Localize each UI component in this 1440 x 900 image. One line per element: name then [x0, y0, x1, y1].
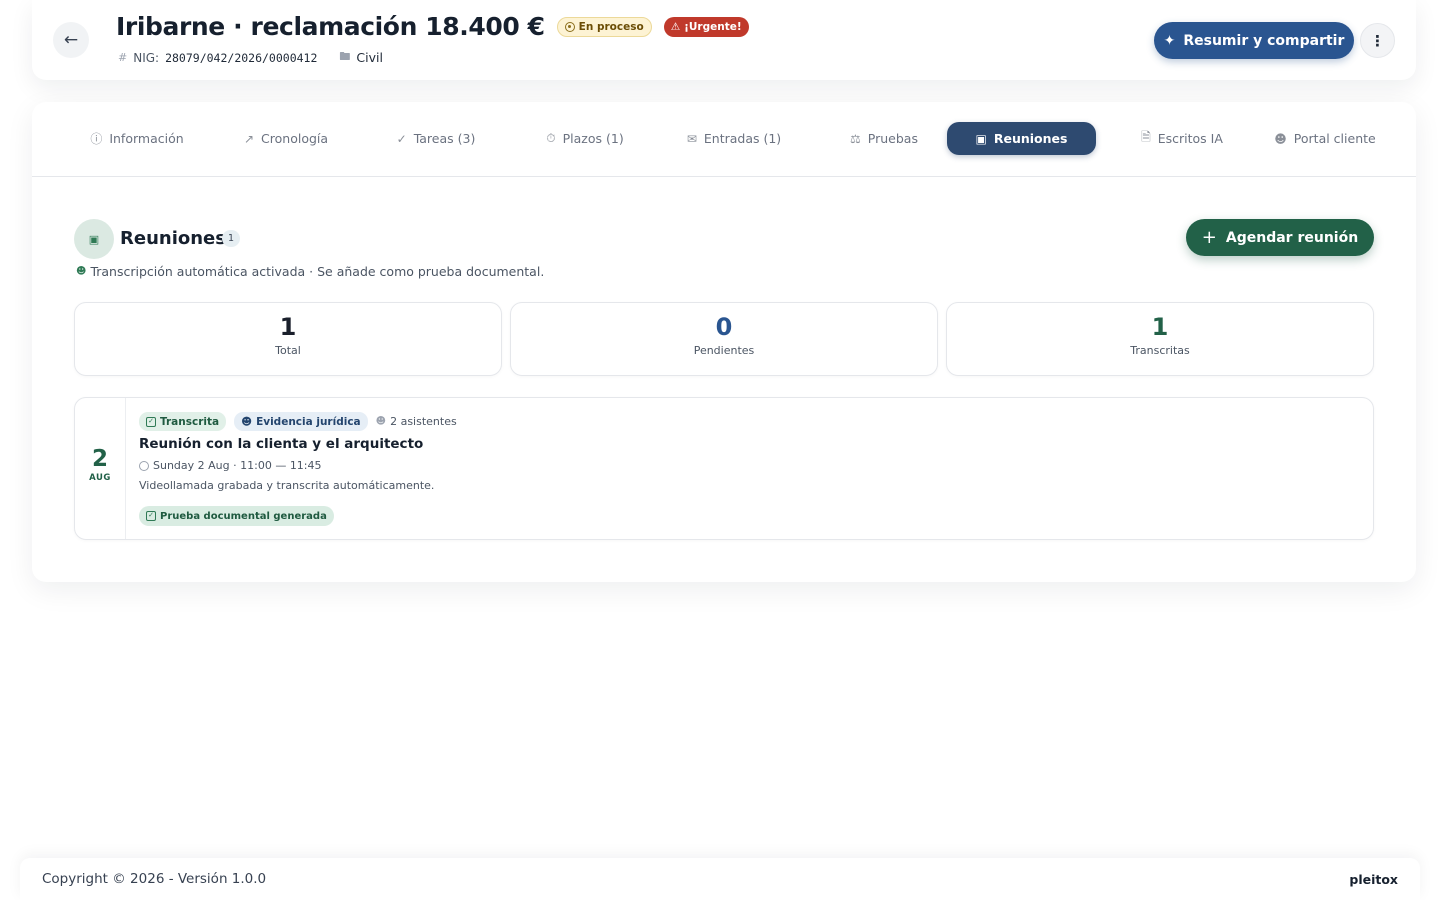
- summarize-share-label: Resumir y compartir: [1183, 32, 1345, 49]
- tab-cronologia[interactable]: ↗ Cronología: [221, 122, 351, 155]
- urgent-badge-label: ¡Urgente!: [684, 20, 742, 33]
- clock-icon: [139, 460, 149, 471]
- tab-tareas[interactable]: ✓ Tareas (3): [371, 122, 501, 155]
- info-icon: ⓘ: [90, 132, 103, 146]
- copyright-text: Copyright © 2026 - Versión 1.0.0: [42, 871, 267, 887]
- video-icon: ▣: [975, 131, 987, 146]
- tab-entradas[interactable]: ✉ Entradas (1): [668, 122, 800, 155]
- warning-icon: ⚠: [670, 20, 681, 33]
- schedule-meeting-label: Agendar reunión: [1225, 229, 1359, 246]
- plus-icon: +: [1201, 227, 1217, 248]
- trend-icon: ↗: [243, 131, 255, 146]
- tab-informacion[interactable]: ⓘ Información: [72, 122, 202, 155]
- transcribed-tag-label: Transcrita: [160, 415, 220, 428]
- tab-label: Escritos IA: [1157, 131, 1223, 146]
- checkbox-icon: ✓: [146, 511, 156, 521]
- schedule-meeting-button[interactable]: + Agendar reunión: [1186, 219, 1374, 256]
- voice-icon: ☻: [241, 415, 253, 428]
- tab-label: Reuniones: [993, 131, 1068, 146]
- meeting-description: Videollamada grabada y transcrita automá…: [139, 479, 435, 492]
- status-badge-label: En proceso: [578, 20, 644, 33]
- sparkles-icon: ✦: [1163, 32, 1176, 49]
- checkbox-icon: ✓: [146, 416, 156, 427]
- voice-icon: ☻: [76, 266, 87, 277]
- users-icon: ☻: [1274, 131, 1287, 146]
- hash-icon: #: [118, 51, 128, 64]
- page-title: Iribarne · reclamación 18.400 €: [116, 12, 545, 41]
- urgent-badge: ⚠ ¡Urgente!: [663, 16, 749, 37]
- meeting-time-text: Sunday 2 Aug · 11:00 — 11:45: [153, 459, 322, 472]
- case-header: ← Iribarne · reclamación 18.400 € En pro…: [32, 0, 1416, 80]
- progress-icon: [564, 21, 575, 32]
- section-subtitle-text: Transcripción automática activada · Se a…: [90, 264, 545, 279]
- kebab-icon: ⋮: [1370, 31, 1385, 50]
- meeting-tags: ✓ Transcrita ☻ Evidencia jurídica ☻ 2 as…: [139, 412, 457, 431]
- meeting-month: AUG: [89, 473, 111, 483]
- meetings-count-badge: 1: [222, 230, 240, 247]
- stat-value: 1: [279, 313, 297, 341]
- tab-label: Entradas (1): [703, 131, 782, 146]
- stat-transcribed: 1 Transcritas: [946, 302, 1374, 376]
- case-meta: # NIG: 28079/042/2026/0000412 🖿 Civil: [118, 48, 383, 67]
- tab-label: Información: [109, 131, 184, 146]
- brand-name: pleitox: [1349, 872, 1398, 887]
- gavel-icon: ⚖: [850, 131, 861, 146]
- tab-reuniones[interactable]: ▣ Reuniones: [947, 122, 1096, 155]
- status-badge: En proceso: [556, 16, 652, 37]
- footer: Copyright © 2026 - Versión 1.0.0 pleitox: [20, 858, 1420, 900]
- stat-value: 0: [715, 313, 733, 341]
- tab-label: Plazos (1): [562, 131, 624, 146]
- proof-tag: ✓ Prueba documental generada: [139, 506, 334, 526]
- stat-label: Total: [275, 344, 301, 357]
- stat-total: 1 Total: [74, 302, 502, 376]
- jurisdiction-label: Civil: [356, 50, 383, 65]
- back-button[interactable]: ←: [53, 22, 89, 58]
- meeting-card[interactable]: 2 AUG ✓ Transcrita ☻ Evidencia jurídica …: [74, 397, 1374, 540]
- meetings-section-icon: ▣: [74, 219, 114, 259]
- tab-label: Tareas (3): [413, 131, 476, 146]
- meeting-title: Reunión con la clienta y el arquitecto: [139, 436, 424, 452]
- summarize-share-button[interactable]: ✦ Resumir y compartir: [1154, 22, 1354, 59]
- tab-pruebas[interactable]: ⚖ Pruebas: [820, 122, 948, 155]
- arrow-left-icon: ←: [63, 30, 79, 50]
- nig-value: 28079/042/2026/0000412: [165, 50, 318, 65]
- proof-tag-label: Prueba documental generada: [160, 510, 327, 522]
- tab-label: Cronología: [261, 131, 329, 146]
- nig-label: NIG:: [133, 50, 160, 65]
- tab-label: Pruebas: [867, 131, 918, 146]
- section-subtitle: ☻ Transcripción automática activada · Se…: [76, 264, 544, 279]
- attendees-label: 2 asistentes: [390, 415, 457, 428]
- folder-icon: 🖿: [339, 50, 351, 63]
- stat-value: 1: [1151, 313, 1169, 341]
- tab-escritos-ia[interactable]: 🗎 Escritos IA: [1117, 122, 1247, 155]
- tab-portal-cliente[interactable]: ☻ Portal cliente: [1260, 122, 1390, 155]
- video-icon: ▣: [88, 232, 100, 246]
- meeting-date: 2 AUG: [75, 398, 126, 539]
- evidence-tag: ☻ Evidencia jurídica: [234, 412, 368, 431]
- users-icon: ☻: [375, 416, 387, 427]
- title-row: Iribarne · reclamación 18.400 € En proce…: [116, 12, 749, 41]
- stopwatch-icon: ⏱: [546, 131, 556, 145]
- proof-generated: ✓ Prueba documental generada: [139, 502, 334, 526]
- tab-plazos[interactable]: ⏱ Plazos (1): [520, 122, 650, 155]
- meeting-time: Sunday 2 Aug · 11:00 — 11:45: [139, 459, 322, 472]
- stat-label: Transcritas: [1130, 344, 1190, 357]
- evidence-tag-label: Evidencia jurídica: [256, 415, 361, 428]
- document-icon: 🗎: [1141, 130, 1151, 144]
- mail-icon: ✉: [686, 131, 697, 146]
- section-title: Reuniones: [120, 228, 226, 249]
- stat-pending: 0 Pendientes: [510, 302, 938, 376]
- meeting-day: 2: [91, 446, 108, 472]
- more-options-button[interactable]: ⋮: [1360, 23, 1395, 58]
- tab-bar: ⓘ Información ↗ Cronología ✓ Tareas (3) …: [32, 102, 1416, 177]
- case-detail-card: ⓘ Información ↗ Cronología ✓ Tareas (3) …: [32, 102, 1416, 582]
- transcribed-tag: ✓ Transcrita: [139, 412, 227, 431]
- attendees: ☻ 2 asistentes: [376, 415, 457, 428]
- stat-label: Pendientes: [693, 344, 755, 357]
- tab-label: Portal cliente: [1293, 131, 1376, 146]
- check-circle-icon: ✓: [396, 131, 407, 146]
